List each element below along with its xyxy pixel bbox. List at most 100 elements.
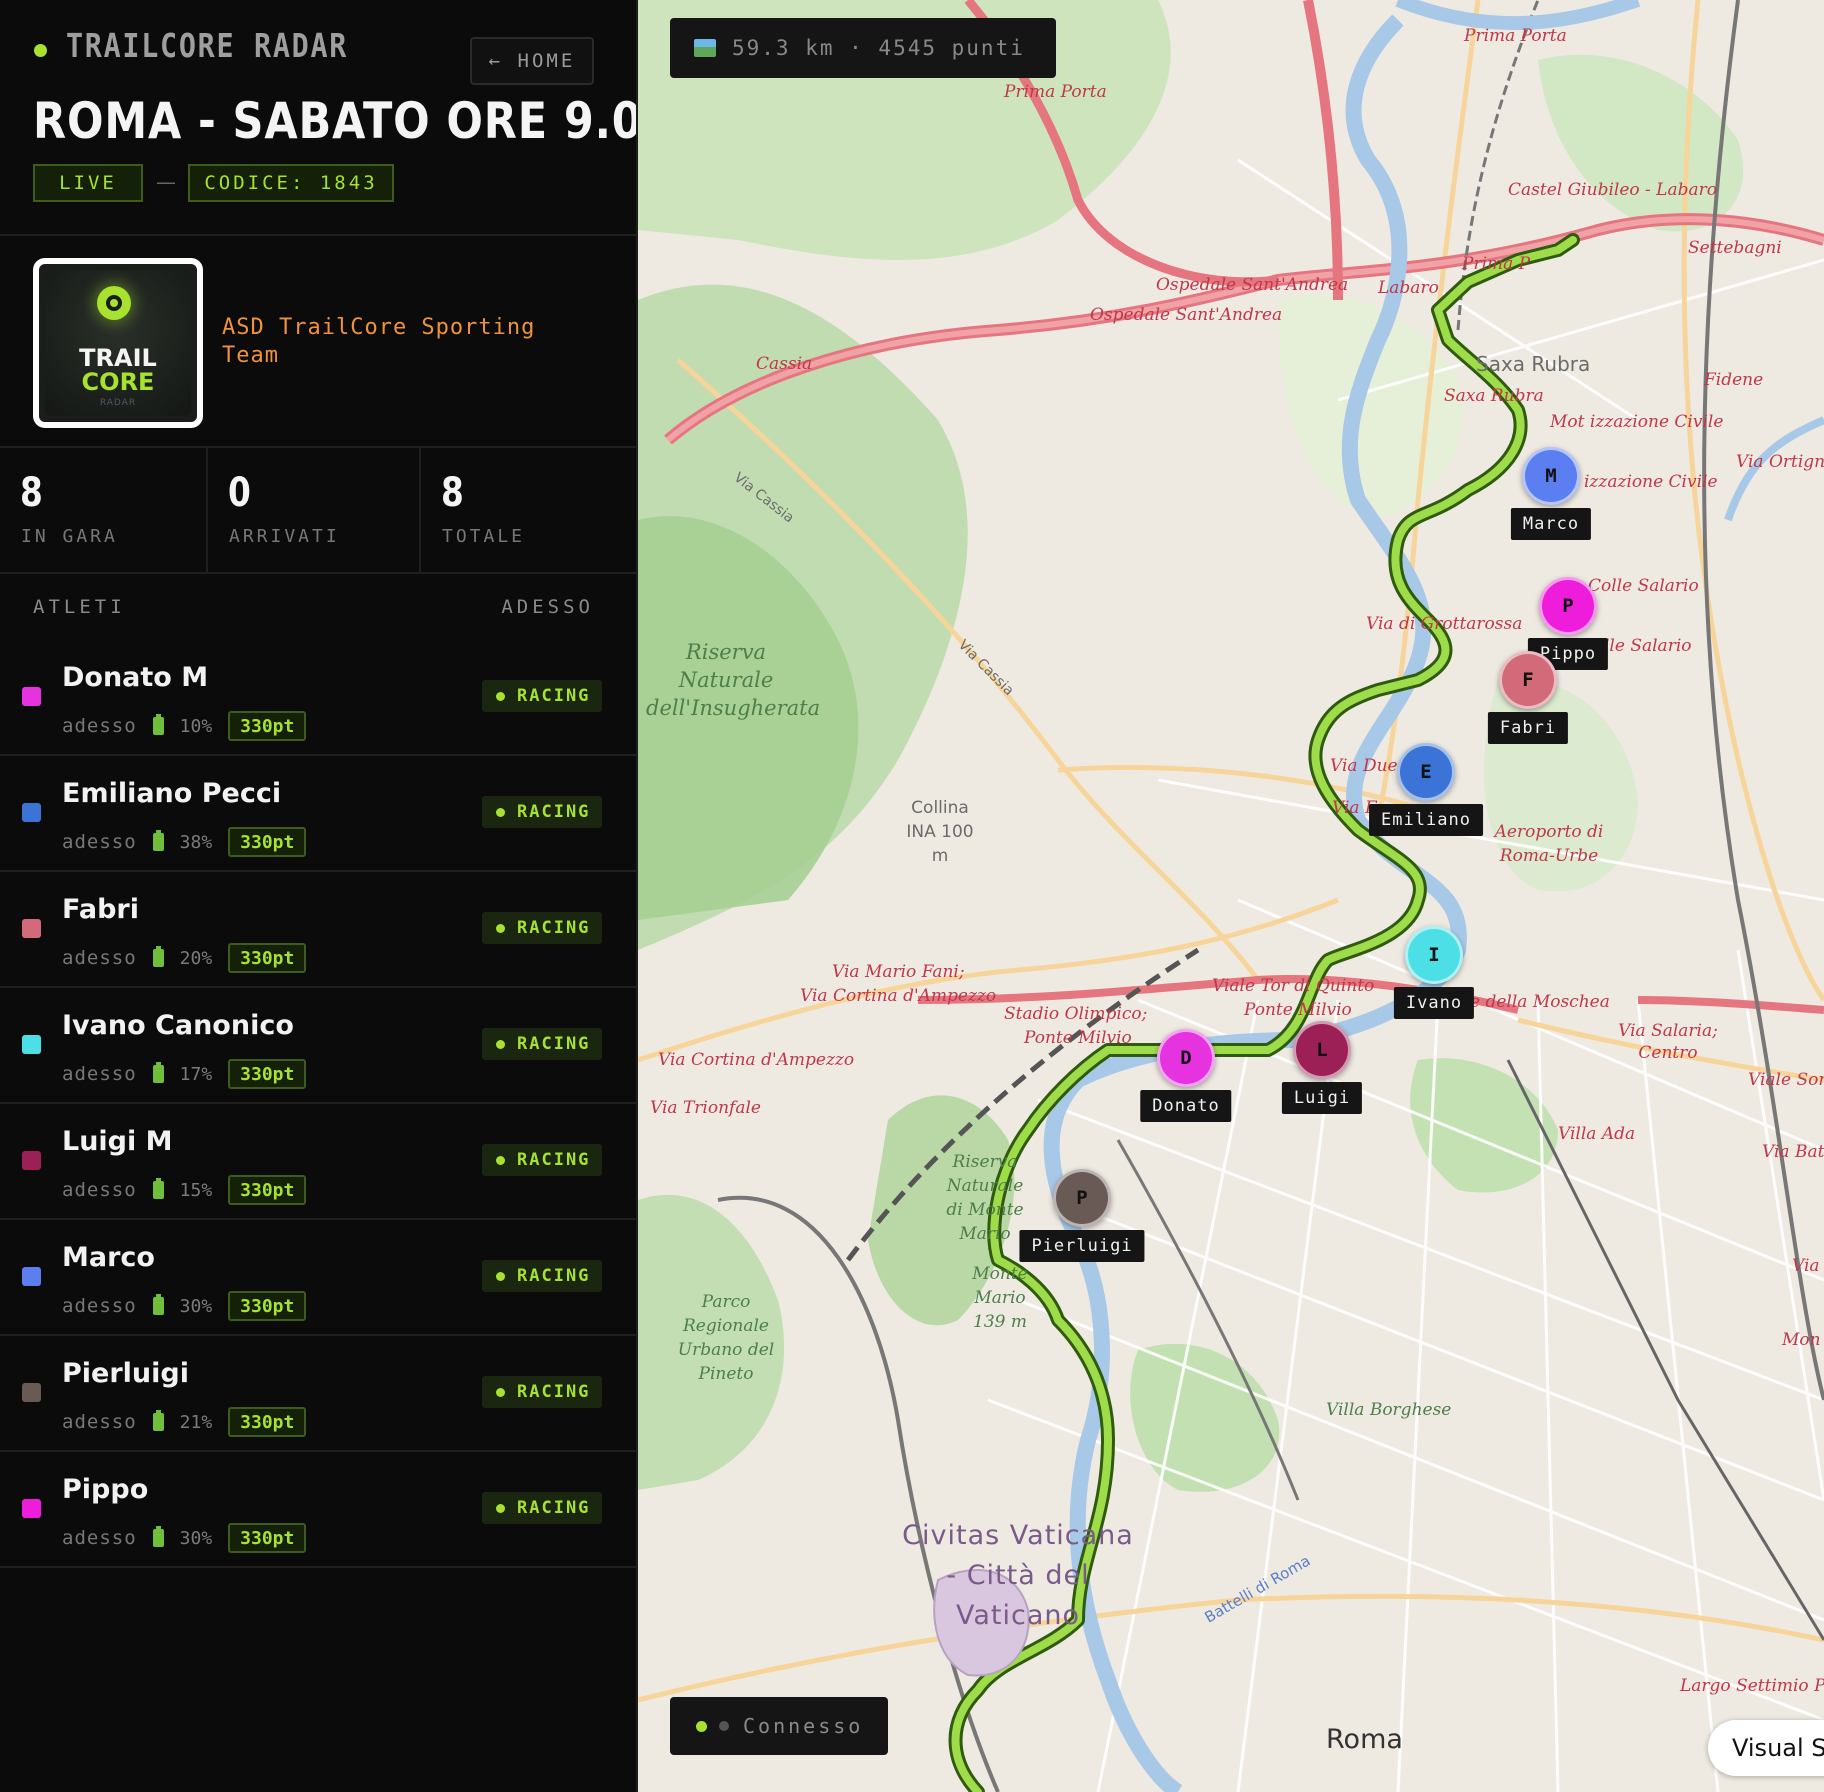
visual-mode-button[interactable]: Visual S [1708, 1720, 1824, 1776]
athlete-color-swatch [22, 1267, 41, 1286]
athlete-last-seen: adesso [62, 831, 137, 853]
athlete-map-marker[interactable]: P [1053, 1169, 1111, 1227]
athlete-name: Luigi M [62, 1126, 173, 1157]
athlete-color-swatch [22, 919, 41, 938]
athlete-map-marker[interactable]: I [1405, 926, 1463, 984]
athlete-last-seen: adesso [62, 715, 137, 737]
athlete-map-marker[interactable]: P [1539, 577, 1597, 635]
team-logo: TRAIL CORE RADAR [33, 258, 203, 428]
connection-text: Connesso [743, 1714, 864, 1738]
sidebar: TRAILCORE RADAR ← HOME ROMA - SABATO ORE… [0, 0, 638, 1792]
athlete-row[interactable]: Emiliano Pecci adesso 38% 330pt RACING [0, 756, 636, 872]
team-name: ASD TrailCore Sporting Team [222, 315, 536, 368]
status-dot-icon [496, 1039, 505, 1049]
map-label: Civitas Vaticana - Città del Vaticano [902, 1520, 1134, 1631]
map-label: Ponte Milvio [1244, 1000, 1352, 1020]
athlete-last-seen: adesso [62, 1063, 137, 1085]
map-label: Collina INA 100 m [906, 798, 974, 866]
athlete-row[interactable]: Pierluigi adesso 21% 330pt RACING [0, 1336, 636, 1452]
map-label: Via Salaria; Centro [1618, 1021, 1718, 1063]
map-label: Villa Ada [1558, 1124, 1636, 1144]
map-label: Via Cortina d'Ampezzo [800, 986, 997, 1006]
map-label: Ponte Milvio [1024, 1028, 1132, 1048]
athlete-status-text: RACING [517, 1382, 591, 1402]
athlete-last-seen: adesso [62, 1527, 137, 1549]
athlete-last-seen: adesso [62, 1411, 137, 1433]
athletes-list-header: ATLETI ADESSO [0, 574, 636, 640]
athlete-status-badge: RACING [482, 1144, 602, 1176]
map-label: Prima Porta [1464, 26, 1567, 46]
badge-separator: — [156, 170, 176, 194]
battery-icon [152, 1294, 164, 1315]
status-dot-icon [496, 1271, 505, 1281]
athlete-meta: adesso 30% 330pt [62, 1522, 307, 1554]
athlete-name: Pippo [62, 1474, 149, 1505]
athlete-color-swatch [22, 803, 41, 822]
athlete-status-text: RACING [517, 1034, 591, 1054]
athlete-map-marker[interactable]: F [1499, 651, 1557, 709]
map-label: Fidene [1704, 370, 1764, 390]
athlete-map-label: Luigi [1281, 1082, 1363, 1114]
connection-dot-icon [719, 1721, 729, 1731]
map-label: Prima Porta [1004, 82, 1107, 102]
athlete-color-swatch [22, 1035, 41, 1054]
athlete-row[interactable]: Ivano Canonico adesso 17% 330pt RACING [0, 988, 636, 1104]
map-label: Settebagni [1688, 238, 1782, 258]
map-label: Via [1792, 1256, 1820, 1276]
map-label: Via Bat [1762, 1142, 1824, 1162]
athlete-row[interactable]: Luigi M adesso 15% 330pt RACING [0, 1104, 636, 1220]
stat-label: TOTALE [442, 526, 526, 547]
home-button[interactable]: ← HOME [470, 37, 594, 85]
distance-text: 59.3 km · 4545 punti [732, 36, 1025, 60]
list-header-athletes: ATLETI [33, 596, 126, 618]
status-dot-icon [496, 1155, 505, 1165]
battery-icon [152, 1178, 164, 1199]
athlete-meta: adesso 20% 330pt [62, 942, 307, 974]
athlete-name: Fabri [62, 894, 139, 925]
map-label: Via Due [1330, 756, 1398, 776]
athlete-row[interactable]: Fabri adesso 20% 330pt RACING [0, 872, 636, 988]
athlete-color-swatch [22, 687, 41, 706]
athlete-map-marker[interactable]: M [1522, 447, 1580, 505]
athlete-row[interactable]: Marco adesso 30% 330pt RACING [0, 1220, 636, 1336]
map-view[interactable]: Prima Porta Prima Porta Castel Giubileo … [638, 0, 1824, 1792]
sidebar-header: TRAILCORE RADAR ← HOME ROMA - SABATO ORE… [0, 0, 636, 236]
athlete-row[interactable]: Pippo adesso 30% 330pt RACING [0, 1452, 636, 1568]
stats-bar: 8 IN GARA 0 ARRIVATI 8 TOTALE [0, 448, 636, 574]
status-dot-icon [496, 923, 505, 933]
athlete-status-text: RACING [517, 686, 591, 706]
connection-status: Connesso [670, 1697, 888, 1755]
athlete-meta: adesso 10% 330pt [62, 710, 307, 742]
athlete-status-badge: RACING [482, 912, 602, 944]
athletes-list: Donato Madesso 10% 330pt RACING Emiliano Pec… [0, 640, 636, 1568]
athlete-status-badge: RACING [482, 1492, 602, 1524]
athlete-meta: adesso 38% 330pt [62, 826, 307, 858]
battery-icon [152, 1410, 164, 1431]
athlete-last-seen: adesso [62, 1295, 137, 1317]
map-label: e della Moschea [1470, 992, 1610, 1012]
athlete-map-marker[interactable]: L [1293, 1021, 1351, 1079]
athlete-map-marker[interactable]: D [1157, 1029, 1215, 1087]
map-label: Via Cortina d'Ampezzo [658, 1050, 855, 1070]
connection-dot-icon [696, 1720, 707, 1732]
map-label: Mot izzazione Civile [1550, 412, 1724, 432]
target-icon [97, 286, 131, 320]
map-label: Colle Salario [1588, 576, 1699, 596]
athlete-status-badge: RACING [482, 796, 602, 828]
map-label: Aeroporto di Roma-Urbe [1494, 822, 1604, 866]
logo-text-trail: TRAIL [79, 344, 157, 372]
map-label: Villa Borghese [1326, 1400, 1452, 1420]
athlete-map-label: Ivano [1393, 987, 1475, 1019]
athlete-row[interactable]: Donato M adesso 10% 330pt RACING [0, 640, 636, 756]
athlete-status-text: RACING [517, 918, 591, 938]
athlete-map-marker[interactable]: E [1397, 743, 1455, 801]
athlete-points-badge: 330pt [228, 1175, 307, 1205]
stat-totale: 8 TOTALE [421, 448, 634, 572]
map-label: Stadio Olimpico; [1004, 1004, 1148, 1024]
map-label: Via Ortign [1736, 452, 1824, 472]
athlete-name: Ivano Canonico [62, 1010, 294, 1041]
athlete-battery: 10% [179, 715, 213, 737]
map-label: lle Salario [1604, 636, 1692, 656]
athlete-battery: 30% [179, 1295, 213, 1317]
battery-icon [152, 1062, 164, 1083]
